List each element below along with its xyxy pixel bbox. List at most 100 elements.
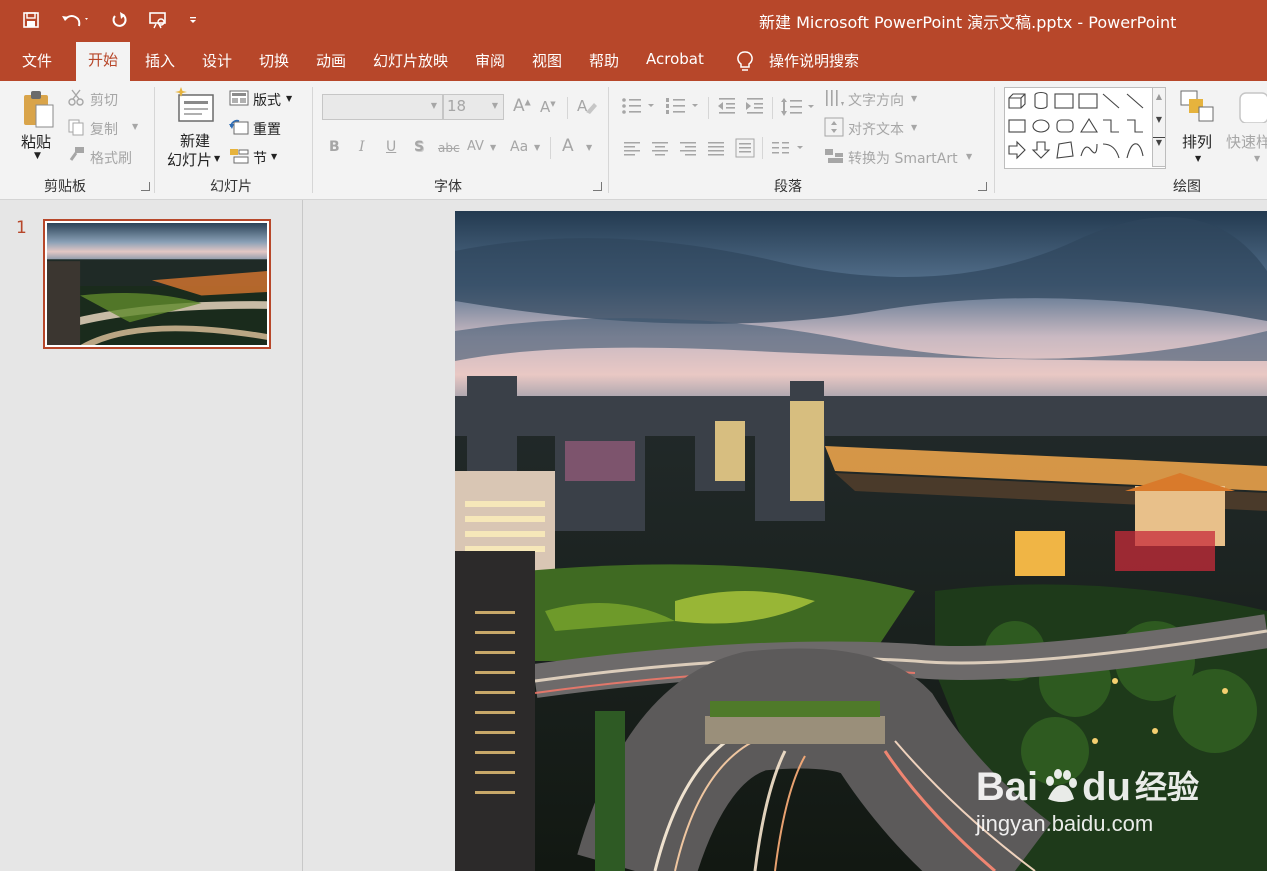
- clear-formatting-icon[interactable]: A: [576, 96, 598, 120]
- text-direction-dropdown-icon[interactable]: ▼: [911, 94, 917, 103]
- present-icon[interactable]: [146, 8, 172, 32]
- font-name-combo[interactable]: ▼: [322, 94, 443, 120]
- quick-styles-button[interactable]: 快速样: [1226, 131, 1267, 152]
- decrease-indent-icon[interactable]: [717, 97, 737, 119]
- paw-icon: [1040, 767, 1080, 807]
- ribbon-divider: [567, 97, 568, 119]
- smartart-dropdown-icon[interactable]: ▼: [966, 152, 972, 161]
- shrink-font-icon[interactable]: A▼: [540, 98, 556, 116]
- slide-number: 1: [16, 218, 27, 238]
- layout-icon[interactable]: [229, 90, 249, 110]
- tab-animations[interactable]: 动画: [316, 50, 346, 71]
- copy-dropdown-icon[interactable]: ▼: [132, 122, 138, 131]
- format-painter-icon[interactable]: [67, 146, 85, 168]
- bold-button[interactable]: B: [329, 139, 340, 155]
- svg-text:A: A: [577, 97, 588, 115]
- paste-button[interactable]: 粘贴: [21, 131, 51, 152]
- new-slide-button[interactable]: 新建: [180, 130, 210, 151]
- tab-design[interactable]: 设计: [202, 50, 232, 71]
- cut-icon[interactable]: [67, 89, 85, 111]
- layout-button[interactable]: 版式: [253, 90, 281, 110]
- ribbon-divider: [994, 87, 995, 193]
- gallery-more-icon[interactable]: ▼: [1153, 137, 1165, 147]
- tab-slideshow[interactable]: 幻灯片放映: [373, 50, 448, 71]
- scroll-up-icon[interactable]: ▲: [1153, 92, 1165, 101]
- paste-icon[interactable]: [22, 89, 56, 133]
- paste-dropdown-icon[interactable]: ▼: [34, 151, 41, 161]
- copy-button[interactable]: 复制: [90, 119, 118, 139]
- paragraph-launcher-icon[interactable]: [978, 182, 987, 191]
- new-slide-label[interactable]: 幻灯片: [167, 149, 212, 170]
- tell-me-search[interactable]: 操作说明搜索: [769, 50, 859, 71]
- change-case-button[interactable]: Aa: [510, 139, 528, 155]
- tab-review[interactable]: 审阅: [475, 50, 505, 71]
- main-slide[interactable]: Bai du 经验 jingyan.baidu.com: [455, 211, 1267, 871]
- columns-icon[interactable]: [771, 140, 807, 160]
- smartart-icon[interactable]: [824, 147, 844, 169]
- text-direction-icon[interactable]: [824, 88, 844, 112]
- font-launcher-icon[interactable]: [593, 182, 602, 191]
- align-center-icon[interactable]: [651, 140, 669, 160]
- strikethrough-button[interactable]: abc: [438, 141, 460, 155]
- clipboard-launcher-icon[interactable]: [141, 182, 150, 191]
- reset-button[interactable]: 重置: [253, 119, 281, 139]
- scroll-down-icon[interactable]: ▼: [1153, 115, 1165, 124]
- reset-icon[interactable]: [229, 118, 249, 140]
- save-icon[interactable]: [18, 8, 44, 32]
- arrange-dropdown-icon[interactable]: ▼: [1195, 154, 1201, 163]
- arrange-icon[interactable]: [1180, 89, 1216, 129]
- distributed-icon[interactable]: [735, 138, 755, 162]
- tab-insert[interactable]: 插入: [145, 50, 175, 71]
- tab-file[interactable]: 文件: [22, 50, 52, 71]
- ribbon-tabs: 文件 开始 插入 设计 切换 动画 幻灯片放映 审阅 视图 帮助 Acrobat…: [0, 40, 1267, 81]
- shapes-gallery[interactable]: [1004, 87, 1166, 169]
- change-case-dropdown-icon[interactable]: ▼: [534, 143, 540, 152]
- slide-thumbnail[interactable]: [43, 219, 271, 349]
- smartart-button[interactable]: 转换为 SmartArt: [848, 148, 958, 168]
- quick-styles-dropdown-icon[interactable]: ▼: [1254, 154, 1260, 163]
- numbering-icon[interactable]: [665, 97, 701, 119]
- char-spacing-dropdown-icon[interactable]: ▼: [490, 143, 496, 152]
- line-spacing-icon[interactable]: [781, 97, 817, 121]
- font-color-dropdown-icon[interactable]: ▼: [586, 143, 592, 152]
- new-slide-icon[interactable]: [175, 87, 215, 127]
- align-text-icon[interactable]: [824, 117, 844, 141]
- align-right-icon[interactable]: [679, 140, 697, 160]
- justify-icon[interactable]: [707, 140, 725, 160]
- tab-view[interactable]: 视图: [532, 50, 562, 71]
- align-text-dropdown-icon[interactable]: ▼: [911, 123, 917, 132]
- section-dropdown-icon[interactable]: ▼: [271, 152, 277, 161]
- align-text-button[interactable]: 对齐文本: [848, 119, 904, 139]
- grow-font-icon[interactable]: A▲: [513, 96, 531, 116]
- font-color-button[interactable]: A: [562, 136, 574, 156]
- arrange-button[interactable]: 排列: [1182, 131, 1212, 152]
- char-spacing-button[interactable]: AV: [467, 139, 484, 154]
- cut-button[interactable]: 剪切: [90, 90, 118, 110]
- underline-button[interactable]: U: [386, 139, 396, 155]
- section-icon[interactable]: [229, 147, 249, 169]
- tab-transitions[interactable]: 切换: [259, 50, 289, 71]
- bullets-icon[interactable]: [621, 97, 657, 119]
- redo-icon[interactable]: [106, 8, 132, 32]
- font-size-value: 18: [447, 97, 467, 115]
- font-size-combo[interactable]: 18 ▼: [443, 94, 504, 120]
- layout-dropdown-icon[interactable]: ▼: [286, 94, 292, 103]
- italic-button[interactable]: I: [359, 139, 365, 155]
- new-slide-dropdown-icon[interactable]: ▼: [214, 154, 220, 163]
- text-direction-button[interactable]: 文字方向: [848, 90, 904, 110]
- tab-help[interactable]: 帮助: [589, 50, 619, 71]
- quick-access-toolbar: [18, 8, 214, 32]
- text-shadow-button[interactable]: S: [414, 139, 424, 155]
- customize-icon[interactable]: [186, 8, 200, 32]
- title-bar: 新建 Microsoft PowerPoint 演示文稿.pptx - Powe…: [0, 0, 1267, 40]
- align-left-icon[interactable]: [623, 140, 641, 160]
- tab-acrobat[interactable]: Acrobat: [646, 50, 704, 68]
- increase-indent-icon[interactable]: [745, 97, 765, 119]
- format-painter-button[interactable]: 格式刷: [90, 148, 132, 168]
- tab-home[interactable]: 开始: [76, 42, 131, 81]
- quick-styles-icon[interactable]: [1238, 91, 1267, 127]
- copy-icon[interactable]: [67, 118, 85, 140]
- shapes-scrollbar[interactable]: ▲ ▼ ▼: [1152, 87, 1166, 167]
- section-button[interactable]: 节: [253, 148, 267, 168]
- undo-icon[interactable]: [58, 8, 92, 32]
